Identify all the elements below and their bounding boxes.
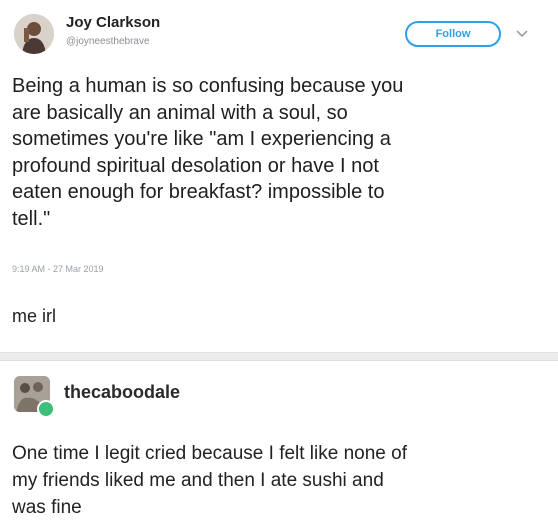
reblog-text: One time I legit cried because I felt li… xyxy=(12,443,407,518)
author-handle[interactable]: @joyneesthebrave xyxy=(66,36,150,47)
follow-button[interactable]: Follow xyxy=(405,21,501,47)
tweet-timestamp[interactable]: 9:19 AM - 27 Mar 2019 xyxy=(12,264,104,274)
follow-button-label: Follow xyxy=(435,28,471,40)
tweet-text: Being a human is so confusing because yo… xyxy=(12,75,404,230)
chevron-down-icon[interactable] xyxy=(515,27,529,41)
online-badge-icon xyxy=(37,400,55,418)
post-divider xyxy=(0,352,558,361)
avatar-photo xyxy=(14,14,54,54)
reblog-username[interactable]: thecaboodale xyxy=(64,382,180,403)
author-name[interactable]: Joy Clarkson xyxy=(66,14,160,31)
post-caption: me irl xyxy=(12,306,56,326)
avatar[interactable] xyxy=(14,14,54,54)
